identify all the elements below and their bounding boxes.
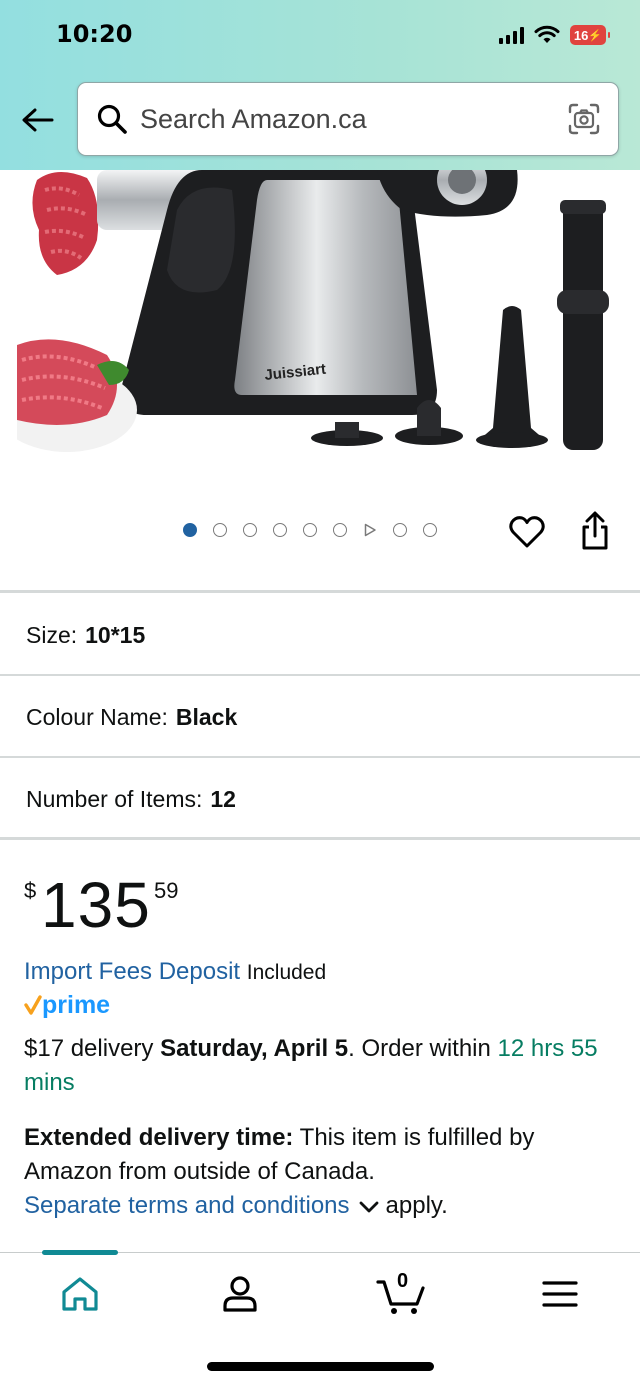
size-label: Size: (26, 622, 78, 648)
import-fees: Import Fees Deposit Included (24, 958, 326, 986)
carousel-dot[interactable] (423, 523, 437, 537)
carousel-dot[interactable] (393, 523, 407, 537)
extended-delivery: Extended delivery time: This item is ful… (24, 1121, 624, 1223)
prime-label: prime (42, 991, 110, 1019)
order-within: . Order within (348, 1035, 498, 1062)
terms-apply: apply. (385, 1192, 448, 1219)
colour-value: Black (175, 704, 238, 730)
share-icon[interactable] (578, 510, 612, 552)
colour-row[interactable]: Colour Name: Black (26, 704, 237, 731)
carousel-dot-active[interactable] (183, 523, 197, 537)
items-value: 12 (210, 786, 236, 812)
price-fraction: 59 (154, 878, 179, 903)
search-icon (97, 104, 127, 134)
battery-level: 16 (573, 27, 589, 43)
carousel-dot[interactable] (243, 523, 257, 537)
import-fees-link[interactable]: Import Fees Deposit (24, 958, 240, 985)
delivery-info: $17 delivery Saturday, April 5. Order wi… (24, 1032, 624, 1100)
divider (0, 674, 640, 676)
home-icon[interactable] (56, 1270, 104, 1318)
home-indicator (207, 1362, 434, 1371)
battery-icon: 16 ⚡ (570, 25, 610, 45)
signal-icon (499, 26, 524, 44)
items-label: Number of Items: (26, 786, 203, 812)
size-row[interactable]: Size: 10*15 (26, 622, 145, 649)
carousel-dots[interactable] (183, 523, 437, 537)
carousel-dot[interactable] (303, 523, 317, 537)
back-arrow-icon[interactable] (18, 100, 58, 140)
search-box[interactable] (77, 82, 619, 156)
status-time: 10:20 (56, 20, 133, 48)
price-currency: $ (24, 878, 37, 903)
divider (0, 590, 640, 593)
header: 10:20 16 ⚡ (0, 0, 640, 170)
carousel-dot[interactable] (333, 523, 347, 537)
size-value: 10*15 (85, 622, 146, 648)
video-play-icon[interactable] (363, 523, 377, 537)
terms-link[interactable]: Separate terms and conditions (24, 1192, 350, 1219)
carousel-dot[interactable] (273, 523, 287, 537)
cart-count: 0 (397, 1270, 409, 1292)
nav-active-indicator (42, 1250, 118, 1255)
menu-icon[interactable] (536, 1270, 584, 1318)
carousel-dot[interactable] (213, 523, 227, 537)
divider (0, 837, 640, 840)
wifi-icon (534, 25, 560, 43)
chevron-down-icon[interactable] (358, 1200, 380, 1214)
delivery-fee: $17 delivery (24, 1035, 161, 1062)
prime-badge: prime (24, 991, 110, 1019)
cart-button[interactable]: 0 (374, 1270, 430, 1318)
items-row[interactable]: Number of Items: 12 (26, 786, 236, 813)
camera-scan-icon[interactable] (566, 101, 602, 137)
product-image[interactable]: Juissiart (17, 170, 623, 458)
colour-label: Colour Name: (26, 704, 168, 730)
import-fees-status: Included (246, 961, 327, 984)
account-icon[interactable] (216, 1270, 264, 1318)
status-icons: 16 ⚡ (499, 22, 610, 48)
delivery-date: Saturday, April 5 (160, 1035, 349, 1062)
heart-icon[interactable] (508, 514, 546, 550)
meat-grinder-image: Juissiart (17, 170, 609, 452)
extended-title: Extended delivery time: (24, 1124, 294, 1151)
search-input[interactable] (140, 97, 540, 141)
divider (0, 756, 640, 758)
price-whole: 135 (41, 869, 151, 941)
